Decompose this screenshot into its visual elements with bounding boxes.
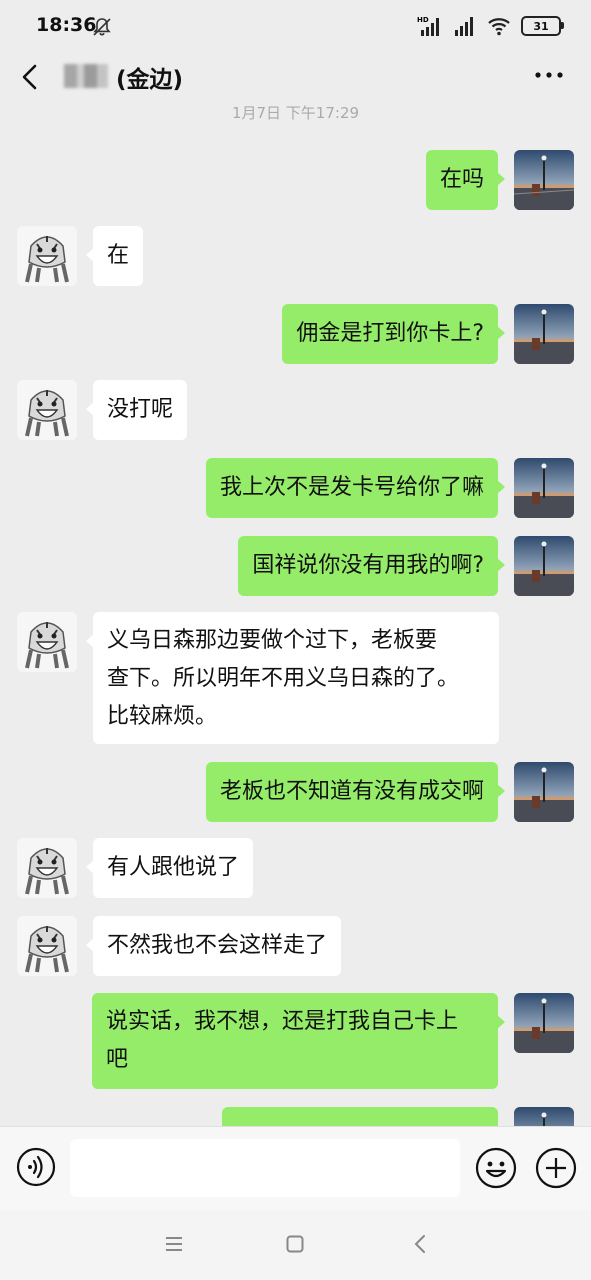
message-bubble-incoming[interactable]: 义乌日森那边要做个过下，老板要 查下。所以明年不用义乌日森的了。 比较麻烦。 <box>86 612 499 744</box>
voice-icon[interactable] <box>16 1147 56 1187</box>
tiger-avatar-icon <box>17 838 77 898</box>
system-nav-bar <box>0 1210 591 1280</box>
avatar-contact[interactable] <box>17 612 77 672</box>
tiger-avatar-icon <box>17 612 77 672</box>
avatar-self[interactable] <box>514 762 574 822</box>
svg-text:HD: HD <box>417 16 429 24</box>
sunset-avatar-icon <box>514 993 574 1053</box>
message-bubble-outgoing[interactable]: 在吗 <box>425 150 506 210</box>
sunset-avatar-icon <box>514 150 574 210</box>
avatar-contact[interactable] <box>17 226 77 286</box>
status-bar: 18:36 HD 31 <box>0 0 591 52</box>
avatar-contact[interactable] <box>17 916 77 976</box>
back-nav-icon[interactable] <box>410 1234 430 1254</box>
sunset-avatar-icon <box>514 304 574 364</box>
avatar-contact[interactable] <box>17 838 77 898</box>
wifi-icon <box>488 18 510 36</box>
message-bubble-outgoing[interactable]: 老板也不知道有没有成交啊 <box>205 762 506 822</box>
status-icons: HD 31 <box>417 14 564 38</box>
sunset-avatar-icon <box>514 1107 574 1126</box>
message-bubble-outgoing[interactable]: 佣金是打到你卡上? <box>282 304 505 364</box>
tiger-avatar-icon <box>17 226 77 286</box>
chat-messages[interactable]: 在吗 在 佣金是打到你卡上? 没打呢 我上次不是发卡号给你了嘛 国祥说你没有用我… <box>0 104 591 1126</box>
blurred-name <box>64 64 108 88</box>
sunset-avatar-icon <box>514 762 574 822</box>
avatar-self[interactable] <box>514 150 574 210</box>
plus-icon[interactable] <box>535 1147 577 1189</box>
message-input[interactable] <box>70 1139 460 1197</box>
message-bubble-outgoing[interactable] <box>222 1107 498 1126</box>
message-bubble-incoming[interactable]: 在 <box>85 226 144 286</box>
mute-bell-icon <box>93 18 111 36</box>
status-time: 18:36 <box>36 14 97 36</box>
sunset-avatar-icon <box>514 458 574 518</box>
tiger-avatar-icon <box>17 380 77 440</box>
chat-title: (金边) <box>116 67 184 93</box>
input-bar <box>0 1126 591 1211</box>
menu-icon[interactable] <box>164 1235 184 1253</box>
message-bubble-incoming[interactable]: 没打呢 <box>85 380 188 440</box>
emoji-icon[interactable] <box>475 1147 517 1189</box>
message-bubble-outgoing[interactable]: 国祥说你没有用我的啊? <box>238 536 505 596</box>
home-icon[interactable] <box>286 1235 304 1253</box>
battery-indicator: 31 <box>521 16 564 36</box>
avatar-self[interactable] <box>514 458 574 518</box>
message-bubble-outgoing[interactable]: 我上次不是发卡号给你了嘛 <box>205 458 506 518</box>
avatar-self[interactable] <box>514 536 574 596</box>
chat-header: (金边) <box>0 52 591 104</box>
avatar-self[interactable] <box>514 993 574 1053</box>
chevron-left-icon[interactable] <box>18 62 44 92</box>
more-dots-icon[interactable] <box>533 64 565 86</box>
signal-icon <box>455 17 473 36</box>
sunset-avatar-icon <box>514 536 574 596</box>
tiger-avatar-icon <box>17 916 77 976</box>
message-bubble-incoming[interactable]: 有人跟他说了 <box>85 838 254 898</box>
avatar-self[interactable] <box>514 1107 574 1126</box>
signal-hd-icon: HD <box>417 16 439 36</box>
message-bubble-outgoing[interactable]: 说实话，我不想，还是打我自己卡上 吧 <box>92 993 505 1089</box>
avatar-contact[interactable] <box>17 380 77 440</box>
avatar-self[interactable] <box>514 304 574 364</box>
message-bubble-incoming[interactable]: 不然我也不会这样走了 <box>85 916 342 976</box>
